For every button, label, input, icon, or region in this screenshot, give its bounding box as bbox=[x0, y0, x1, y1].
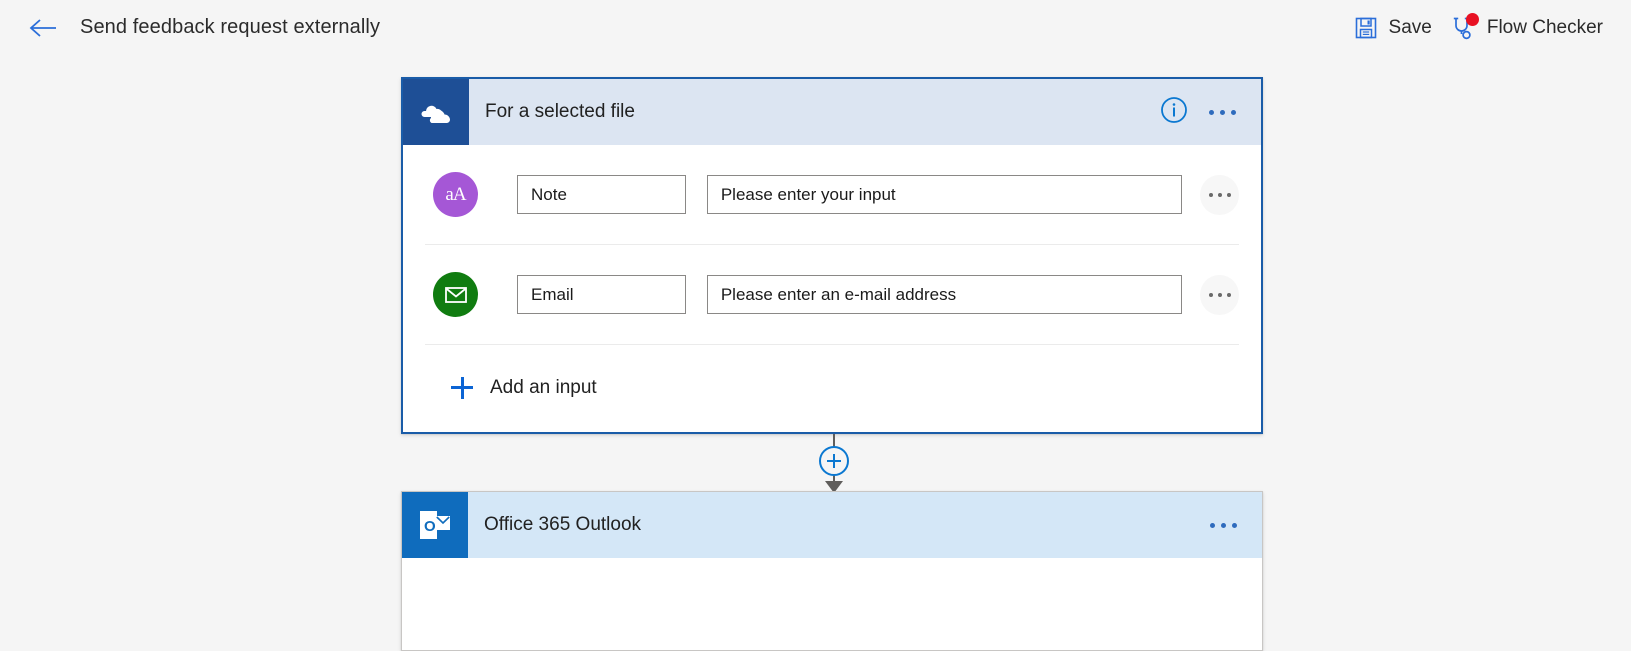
input-value-field[interactable]: Please enter an e-mail address bbox=[707, 275, 1183, 314]
trigger-card-menu-button[interactable] bbox=[1199, 93, 1245, 131]
input-row: Email Please enter an e-mail address bbox=[425, 245, 1239, 345]
flow-checker-button[interactable]: Flow Checker bbox=[1442, 6, 1613, 50]
trigger-card-header-actions bbox=[1155, 93, 1261, 131]
input-value-field[interactable]: Please enter your input bbox=[707, 175, 1183, 214]
trigger-card-header[interactable]: For a selected file bbox=[403, 79, 1261, 145]
ellipsis-dot bbox=[1209, 193, 1213, 197]
email-input-icon bbox=[433, 272, 478, 317]
ellipsis-dot bbox=[1218, 193, 1222, 197]
add-an-input-button[interactable]: Add an input bbox=[425, 345, 1239, 430]
input-name-field[interactable]: Email bbox=[517, 275, 686, 314]
command-bar: Send feedback request externally Save bbox=[0, 0, 1631, 55]
command-bar-actions: Save Flow Checker bbox=[1344, 6, 1613, 50]
ellipsis-dot bbox=[1232, 523, 1237, 528]
info-button[interactable] bbox=[1155, 93, 1193, 131]
ellipsis-dot bbox=[1227, 293, 1231, 297]
trigger-card-body: aA Note Please enter your input bbox=[403, 145, 1261, 430]
trigger-card-for-a-selected-file[interactable]: For a selected file bbox=[401, 77, 1263, 434]
ellipsis-dot bbox=[1210, 523, 1215, 528]
add-step-button[interactable] bbox=[819, 446, 849, 476]
back-button[interactable] bbox=[20, 8, 66, 48]
flow-canvas: For a selected file bbox=[0, 55, 1631, 603]
stethoscope-icon bbox=[1452, 16, 1476, 40]
ellipsis-dot bbox=[1220, 110, 1225, 115]
input-row-menu-button[interactable] bbox=[1200, 275, 1239, 315]
input-row: aA Note Please enter your input bbox=[425, 145, 1239, 245]
plus-icon bbox=[451, 377, 473, 399]
input-row-menu-button[interactable] bbox=[1200, 175, 1239, 215]
outlook-icon: O bbox=[402, 492, 468, 558]
ellipsis-dot bbox=[1209, 293, 1213, 297]
input-name-field[interactable]: Note bbox=[517, 175, 686, 214]
ellipsis-dot bbox=[1218, 293, 1222, 297]
ellipsis-dot bbox=[1221, 523, 1226, 528]
text-input-icon: aA bbox=[433, 172, 478, 217]
arrow-left-icon bbox=[28, 17, 58, 39]
action-card-body bbox=[402, 558, 1262, 618]
onedrive-cloud-icon bbox=[403, 79, 469, 145]
action-card-title: Office 365 Outlook bbox=[484, 514, 641, 536]
ellipsis-dot bbox=[1227, 193, 1231, 197]
add-an-input-label: Add an input bbox=[490, 377, 597, 399]
flow-checker-alert-badge bbox=[1466, 13, 1479, 26]
info-circle-icon bbox=[1160, 96, 1188, 129]
trigger-card-title: For a selected file bbox=[485, 101, 635, 123]
ellipsis-dot bbox=[1209, 110, 1214, 115]
action-card-header-actions bbox=[1194, 506, 1262, 544]
svg-text:O: O bbox=[424, 518, 436, 535]
save-button[interactable]: Save bbox=[1344, 6, 1442, 50]
page-title: Send feedback request externally bbox=[80, 16, 380, 39]
save-floppy-icon bbox=[1354, 16, 1378, 40]
action-card-office-365-outlook[interactable]: O Office 365 Outlook bbox=[401, 491, 1263, 651]
flow-checker-button-label: Flow Checker bbox=[1487, 17, 1603, 39]
action-card-menu-button[interactable] bbox=[1200, 506, 1246, 544]
ellipsis-dot bbox=[1231, 110, 1236, 115]
action-card-header[interactable]: O Office 365 Outlook bbox=[402, 492, 1262, 558]
save-button-label: Save bbox=[1389, 17, 1432, 39]
text-input-icon-glyph: aA bbox=[445, 184, 465, 206]
